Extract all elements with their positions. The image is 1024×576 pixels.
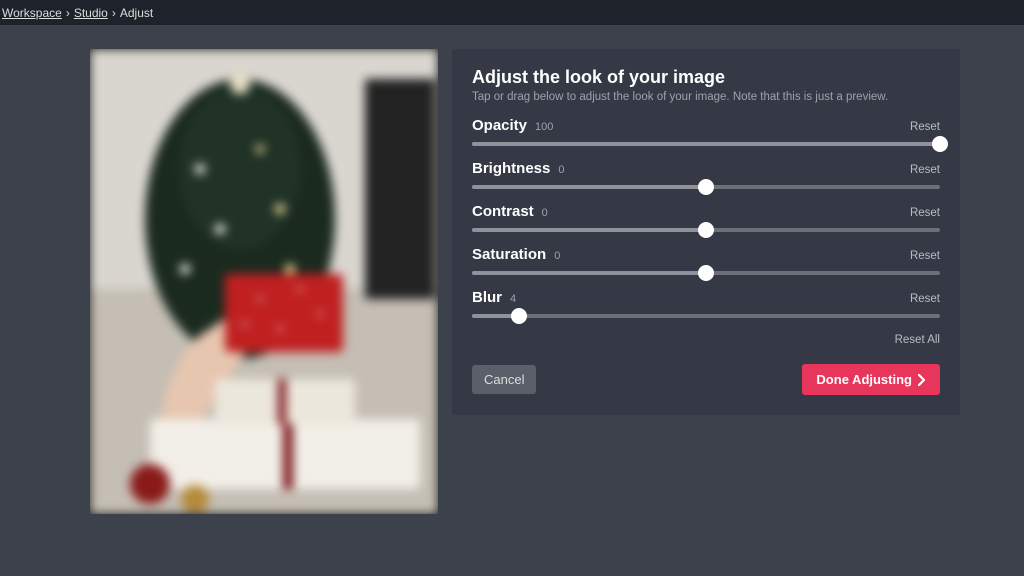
breadcrumb: Workspace › Studio › Adjust <box>0 0 1024 25</box>
slider-thumb[interactable] <box>698 222 714 238</box>
panel-title: Adjust the look of your image <box>472 67 940 88</box>
track-fill <box>472 185 706 189</box>
slider-thumb[interactable] <box>511 308 527 324</box>
reset-opacity[interactable]: Reset <box>910 121 940 133</box>
slider-opacity: Opacity 100 Reset <box>472 117 940 146</box>
cancel-button[interactable]: Cancel <box>472 365 536 394</box>
slider-value: 0 <box>542 207 548 219</box>
track-fill <box>472 271 706 275</box>
slider-value: 0 <box>558 164 564 176</box>
adjust-panel: Adjust the look of your image Tap or dra… <box>452 49 960 415</box>
track-fill <box>472 228 706 232</box>
reset-all[interactable]: Reset All <box>895 334 940 346</box>
slider-thumb[interactable] <box>932 136 948 152</box>
saturation-track[interactable] <box>472 271 940 275</box>
stage: Adjust the look of your image Tap or dra… <box>0 25 1024 576</box>
breadcrumb-workspace[interactable]: Workspace <box>2 6 62 20</box>
blur-track[interactable] <box>472 314 940 318</box>
slider-label: Brightness <box>472 160 550 177</box>
slider-value: 100 <box>535 121 553 133</box>
slider-label: Saturation <box>472 246 546 263</box>
reset-saturation[interactable]: Reset <box>910 250 940 262</box>
done-adjusting-button[interactable]: Done Adjusting <box>802 364 940 395</box>
slider-brightness: Brightness 0 Reset <box>472 160 940 189</box>
slider-blur: Blur 4 Reset <box>472 289 940 318</box>
slider-label: Contrast <box>472 203 534 220</box>
slider-label: Opacity <box>472 117 527 134</box>
reset-contrast[interactable]: Reset <box>910 207 940 219</box>
preview-image <box>90 49 438 514</box>
brightness-track[interactable] <box>472 185 940 189</box>
reset-blur[interactable]: Reset <box>910 293 940 305</box>
opacity-track[interactable] <box>472 142 940 146</box>
slider-thumb[interactable] <box>698 179 714 195</box>
breadcrumb-studio[interactable]: Studio <box>74 6 108 20</box>
slider-contrast: Contrast 0 Reset <box>472 203 940 232</box>
breadcrumb-sep: › <box>112 6 116 20</box>
slider-value: 4 <box>510 293 516 305</box>
reset-brightness[interactable]: Reset <box>910 164 940 176</box>
chevron-right-icon <box>918 374 926 386</box>
panel-subtitle: Tap or drag below to adjust the look of … <box>472 91 940 103</box>
slider-saturation: Saturation 0 Reset <box>472 246 940 275</box>
done-label: Done Adjusting <box>816 372 912 387</box>
slider-label: Blur <box>472 289 502 306</box>
contrast-track[interactable] <box>472 228 940 232</box>
breadcrumb-current: Adjust <box>120 6 153 20</box>
slider-thumb[interactable] <box>698 265 714 281</box>
slider-value: 0 <box>554 250 560 262</box>
breadcrumb-sep: › <box>66 6 70 20</box>
track-fill <box>472 142 940 146</box>
